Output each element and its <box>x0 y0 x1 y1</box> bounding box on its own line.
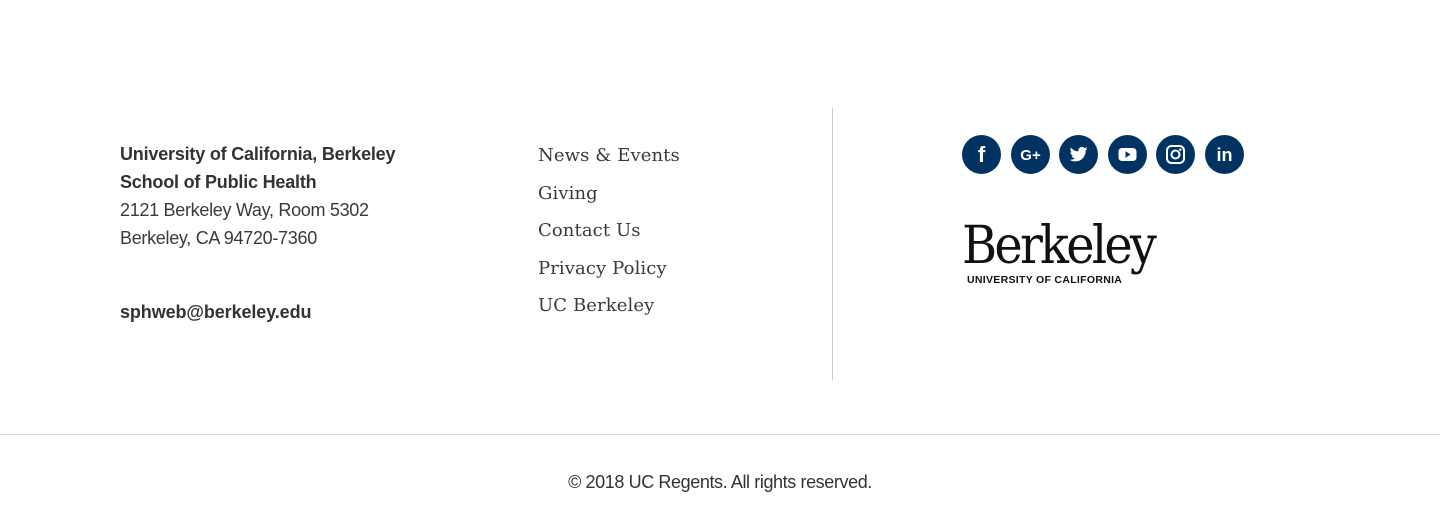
google-plus-icon: G+ <box>1020 147 1041 164</box>
svg-text:f: f <box>978 142 986 167</box>
horizontal-divider <box>0 434 1440 435</box>
linkedin-button[interactable]: in <box>1204 135 1244 174</box>
footer-link-item: News & Events <box>538 143 680 181</box>
facebook-icon: f <box>978 142 986 167</box>
svg-text:in: in <box>1216 145 1232 165</box>
email-link[interactable]: sphweb@berkeley.edu <box>120 298 450 326</box>
svg-text:G+: G+ <box>1020 147 1041 164</box>
berkeley-logo[interactable]: Berkeley UNIVERSITY OF CALIFORNIA <box>962 216 1167 290</box>
logo-subtitle: UNIVERSITY OF CALIFORNIA <box>967 274 1123 286</box>
university-name: University of California, Berkeley <box>120 144 396 164</box>
school-name: School of Public Health <box>120 172 317 192</box>
city-address: Berkeley, CA 94720-7360 <box>120 228 317 248</box>
footer-links: News & Events Giving Contact Us Privacy … <box>538 143 680 331</box>
privacy-policy-link[interactable]: Privacy Policy <box>538 258 667 279</box>
instagram-icon <box>1166 145 1186 164</box>
uc-berkeley-link[interactable]: UC Berkeley <box>538 295 654 316</box>
news-events-link[interactable]: News & Events <box>538 145 680 166</box>
footer-address: University of California, Berkeley Schoo… <box>120 140 450 326</box>
footer-link-item: Contact Us <box>538 218 680 256</box>
youtube-icon <box>1118 148 1137 161</box>
giving-link[interactable]: Giving <box>538 183 598 204</box>
linkedin-icon: in <box>1216 145 1232 165</box>
street-address: 2121 Berkeley Way, Room 5302 <box>120 200 369 220</box>
footer-link-item: Privacy Policy <box>538 256 680 294</box>
twitter-icon <box>1069 146 1088 162</box>
contact-us-link[interactable]: Contact Us <box>538 220 641 241</box>
google-plus-button[interactable]: G+ <box>1010 135 1050 174</box>
vertical-divider <box>832 108 833 380</box>
youtube-button[interactable] <box>1107 135 1147 174</box>
footer-link-item: Giving <box>538 181 680 219</box>
logo-wordmark: Berkeley <box>962 216 1157 276</box>
instagram-button[interactable] <box>1156 135 1196 174</box>
copyright-text: © 2018 UC Regents. All rights reserved. <box>568 472 872 492</box>
footer-link-item: UC Berkeley <box>538 293 680 331</box>
facebook-button[interactable]: f <box>962 135 1001 174</box>
social-links: f G+ in <box>962 135 1244 174</box>
twitter-button[interactable] <box>1059 135 1099 174</box>
